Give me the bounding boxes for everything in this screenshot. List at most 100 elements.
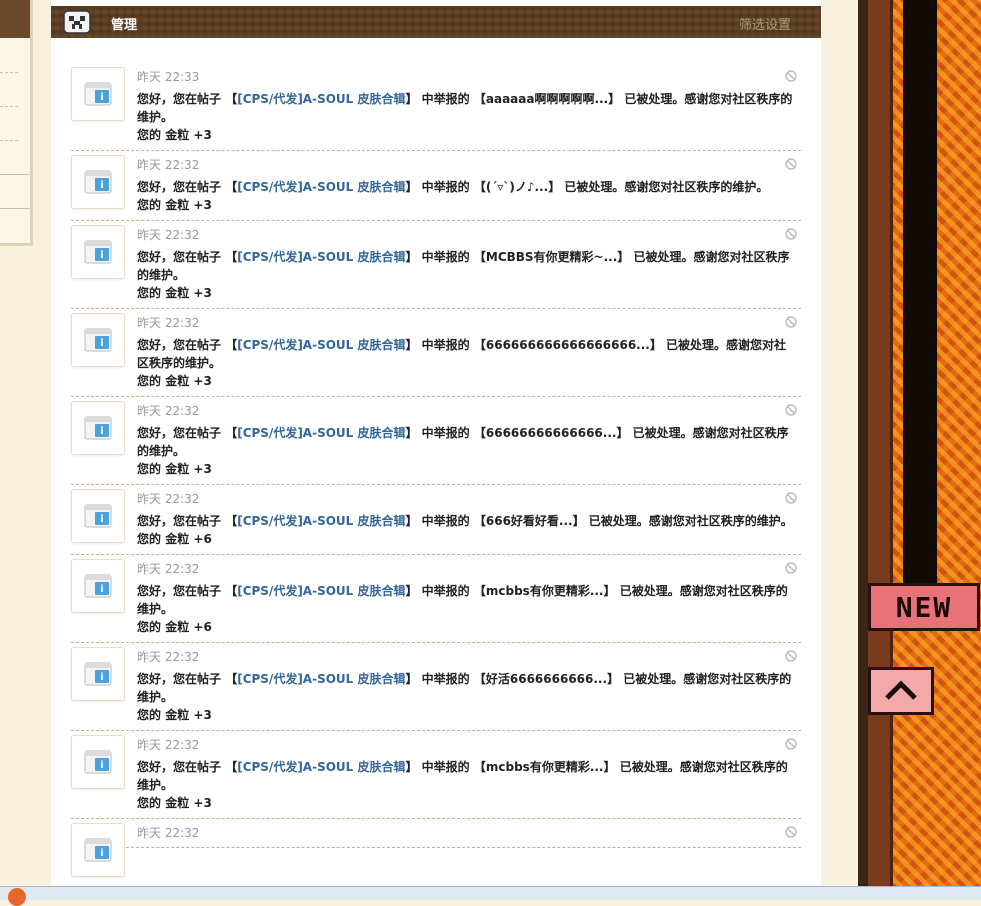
svg-text:i: i <box>100 250 103 261</box>
page-title: 管理 <box>111 18 138 33</box>
notification-time: 昨天 22:32 <box>137 650 200 664</box>
left-sidebar-header <box>0 0 30 38</box>
notification-message: 您好，您在帖子 【[CPS/代发]A-SOUL 皮肤合辑】 中举报的 【好活66… <box>137 672 792 704</box>
system-notice-icon: i <box>71 489 125 543</box>
svg-text:i: i <box>100 338 103 349</box>
notification-panel: 管理 筛选设置 i 昨天 22:33 您好，您在帖子 【[CPS/代发]A-SOUL… <box>51 0 821 899</box>
system-notice-icon: i <box>71 823 125 877</box>
post-link[interactable]: [CPS/代发]A-SOUL 皮肤合辑 <box>237 760 405 774</box>
new-post-label: NEW <box>895 590 953 624</box>
system-notice-icon: i <box>71 559 125 613</box>
svg-text:i: i <box>100 514 103 525</box>
notification-time: 昨天 22:32 <box>137 562 200 576</box>
svg-text:i: i <box>100 426 103 437</box>
reward-line: 您的 金粒 +6 <box>137 620 212 634</box>
notification-item: i 昨天 22:32 您好，您在帖子 【[CPS/代发]A-SOUL 皮肤合辑】 中… <box>71 151 801 221</box>
svg-text:i: i <box>100 92 103 103</box>
notification-message: 您好，您在帖子 【[CPS/代发]A-SOUL 皮肤合辑】 中举报的 【666好… <box>137 514 793 528</box>
reward-amount: +3 <box>193 374 212 388</box>
reward-line: 您的 金粒 +3 <box>137 796 212 810</box>
reward-amount: +3 <box>193 462 212 476</box>
ignore-icon[interactable] <box>785 650 797 662</box>
filter-settings-link[interactable]: 筛选设置 <box>739 14 791 33</box>
post-link[interactable]: [CPS/代发]A-SOUL 皮肤合辑 <box>237 584 405 598</box>
svg-text:i: i <box>100 672 103 683</box>
post-link[interactable]: [CPS/代发]A-SOUL 皮肤合辑 <box>237 426 405 440</box>
reward-amount: +3 <box>193 708 212 722</box>
os-taskbar <box>0 886 981 900</box>
ignore-icon[interactable] <box>785 404 797 416</box>
svg-text:i: i <box>100 584 103 595</box>
reported-content: 【mcbbs有你更精彩...】 <box>473 584 616 598</box>
notification-list: i 昨天 22:33 您好，您在帖子 【[CPS/代发]A-SOUL 皮肤合辑】 中… <box>71 63 801 877</box>
notification-item: i 昨天 22:32 您好，您在帖子 【[CPS/代发]A-SOUL 皮肤合辑】 中… <box>71 555 801 643</box>
notification-time: 昨天 22:32 <box>137 158 200 172</box>
ignore-icon[interactable] <box>785 826 797 838</box>
left-sidebar-divider <box>0 106 18 107</box>
notification-item: i 昨天 22:32 您好，您在帖子 【[CPS/代发]A-SOUL 皮肤合辑】 中… <box>71 221 801 309</box>
new-post-button[interactable]: NEW <box>868 583 980 631</box>
reported-content: 【666666666666666666...】 <box>473 338 662 352</box>
chevron-up-icon <box>885 680 917 700</box>
post-link[interactable]: [CPS/代发]A-SOUL 皮肤合辑 <box>237 338 405 352</box>
reward-amount: +6 <box>193 532 212 546</box>
reported-content: 【66666666666666...】 <box>473 426 629 440</box>
notification-message: 您好，您在帖子 【[CPS/代发]A-SOUL 皮肤合辑】 中举报的 【mcbb… <box>137 760 788 792</box>
back-to-top-button[interactable] <box>868 667 934 715</box>
reward-amount: +3 <box>193 198 212 212</box>
left-sidebar <box>0 0 33 246</box>
notification-message: 您好，您在帖子 【[CPS/代发]A-SOUL 皮肤合辑】 中举报的 【MCBB… <box>137 250 790 282</box>
notification-item: i 昨天 22:32 您好，您在帖子 【[CPS/代发]A-SOUL 皮肤合辑】 中… <box>71 309 801 397</box>
reward-line: 您的 金粒 +3 <box>137 462 212 476</box>
system-notice-icon: i <box>71 225 125 279</box>
ignore-icon[interactable] <box>785 738 797 750</box>
system-notice-icon: i <box>71 313 125 367</box>
left-sidebar-divider <box>0 208 30 209</box>
reported-content: 【666好看好看...】 <box>473 514 585 528</box>
reward-line: 您的 金粒 +3 <box>137 374 212 388</box>
notification-message: 您好，您在帖子 【[CPS/代发]A-SOUL 皮肤合辑】 中举报的 【aaaa… <box>137 92 793 124</box>
notification-item: i 昨天 22:32 您好，您在帖子 【[CPS/代发]A-SOUL 皮肤合辑】 中… <box>71 643 801 731</box>
left-sidebar-divider <box>0 72 18 73</box>
decorative-wall <box>868 0 893 899</box>
reward-line: 您的 金粒 +3 <box>137 198 212 212</box>
post-link[interactable]: [CPS/代发]A-SOUL 皮肤合辑 <box>237 250 405 264</box>
reported-content: 【aaaaaa啊啊啊啊啊...】 <box>473 92 621 106</box>
ignore-icon[interactable] <box>785 228 797 240</box>
reward-line: 您的 金粒 +6 <box>137 532 212 546</box>
notification-time: 昨天 22:32 <box>137 404 200 418</box>
svg-text:i: i <box>100 180 103 191</box>
svg-text:i: i <box>100 760 103 771</box>
notification-item: i 昨天 22:32 您好，您在帖子 【[CPS/代发]A-SOUL 皮肤合辑】 中… <box>71 731 801 819</box>
reward-line: 您的 金粒 +3 <box>137 286 212 300</box>
notification-message: 您好，您在帖子 【[CPS/代发]A-SOUL 皮肤合辑】 中举报的 【6666… <box>137 338 787 370</box>
ignore-icon[interactable] <box>785 562 797 574</box>
reported-content: 【(´▿`)ノ♪...】 <box>473 180 561 194</box>
post-link[interactable]: [CPS/代发]A-SOUL 皮肤合辑 <box>237 180 405 194</box>
left-sidebar-divider <box>0 174 30 175</box>
reward-amount: +6 <box>193 620 212 634</box>
ignore-icon[interactable] <box>785 492 797 504</box>
ignore-icon[interactable] <box>785 158 797 170</box>
notification-item: i 昨天 22:32 您好，您在帖子 【[CPS/代发]A-SOUL 皮肤合辑】 中… <box>71 485 801 555</box>
reported-content: 【mcbbs有你更精彩...】 <box>473 760 616 774</box>
system-notice-icon: i <box>71 67 125 121</box>
system-notice-icon: i <box>71 647 125 701</box>
system-notice-icon: i <box>71 735 125 789</box>
decorative-wall <box>858 0 868 899</box>
notification-time: 昨天 22:33 <box>137 70 200 84</box>
decorative-wall <box>903 0 937 610</box>
ignore-icon[interactable] <box>785 316 797 328</box>
post-link[interactable]: [CPS/代发]A-SOUL 皮肤合辑 <box>237 514 405 528</box>
panel-header: 管理 筛选设置 <box>51 6 821 38</box>
start-button[interactable] <box>8 888 26 906</box>
post-link[interactable]: [CPS/代发]A-SOUL 皮肤合辑 <box>237 672 405 686</box>
left-sidebar-divider <box>0 140 18 141</box>
post-link[interactable]: [CPS/代发]A-SOUL 皮肤合辑 <box>237 92 405 106</box>
notification-time: 昨天 22:32 <box>137 826 200 840</box>
reward-amount: +3 <box>193 128 212 142</box>
ignore-icon[interactable] <box>785 70 797 82</box>
notification-time: 昨天 22:32 <box>137 316 200 330</box>
notification-time: 昨天 22:32 <box>137 228 200 242</box>
notification-time: 昨天 22:32 <box>137 738 200 752</box>
